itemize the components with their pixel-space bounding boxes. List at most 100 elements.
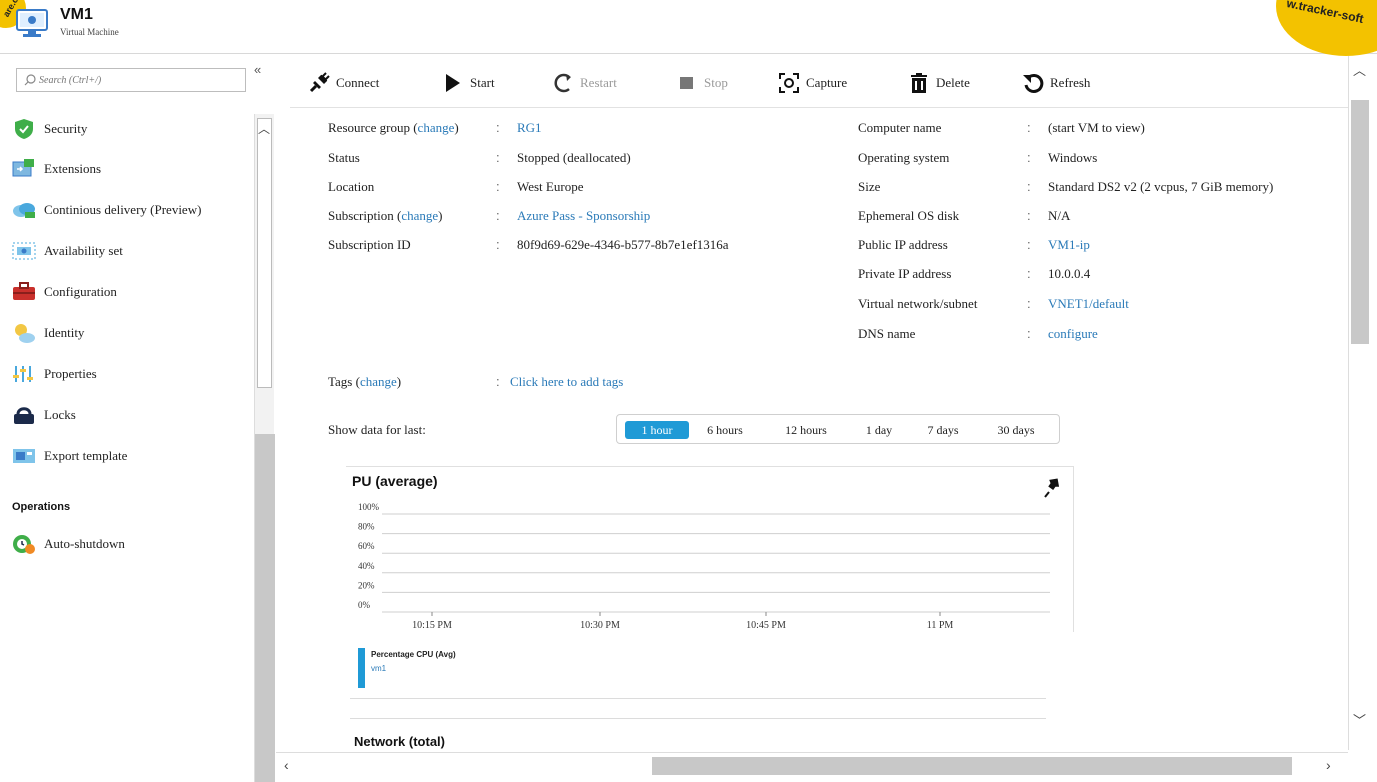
chevron-left-icon[interactable]: ‹: [284, 757, 289, 773]
identity-icon: [15, 324, 35, 343]
operating-system-value: Windows: [1048, 150, 1098, 165]
sidebar-item-properties[interactable]: Properties: [12, 359, 252, 389]
y-tick-label: 60%: [358, 541, 375, 551]
divider: [350, 718, 1046, 719]
divider: [350, 698, 1046, 699]
vnet-subnet-link[interactable]: VNET1/default: [1048, 296, 1129, 312]
computer-name-label: Computer name: [858, 120, 942, 135]
plug-icon: [309, 72, 330, 93]
sidebar-item-extensions[interactable]: Extensions: [12, 154, 252, 184]
connect-button[interactable]: Connect: [308, 70, 379, 96]
chevron-down-icon[interactable]: ﹀: [1353, 710, 1366, 729]
chevron-right-icon[interactable]: ›: [1326, 757, 1331, 773]
stop-button[interactable]: Stop: [676, 70, 728, 96]
start-label: Start: [470, 75, 495, 90]
vnet-subnet-label: Virtual network/subnet: [858, 296, 978, 311]
legend-series-name: Percentage CPU (Avg): [371, 650, 456, 659]
chevron-up-icon[interactable]: ︿: [258, 120, 270, 137]
restart-button[interactable]: Restart: [552, 70, 617, 96]
time-range-30-days[interactable]: 30 days: [987, 421, 1045, 439]
sidebar-item-export-template[interactable]: Export template: [12, 441, 252, 471]
resource-group-change-link[interactable]: change: [418, 120, 455, 135]
dns-name-label: DNS name: [858, 326, 916, 341]
separator: :: [1027, 120, 1031, 135]
separator: :: [1027, 237, 1031, 252]
ephemeral-os-disk-label: Ephemeral OS disk: [858, 208, 960, 223]
sidebar-item-auto-shutdown[interactable]: Auto-shutdown: [12, 529, 252, 559]
ephemeral-os-disk-value: N/A: [1048, 208, 1071, 223]
public-ip-link[interactable]: VM1-ip: [1048, 237, 1090, 253]
chart-title: PU (average): [352, 473, 438, 489]
virtual-machine-icon: [16, 9, 48, 37]
computer-name-value: (start VM to view): [1048, 120, 1145, 135]
capture-icon: [779, 73, 799, 93]
search-input[interactable]: [39, 72, 239, 88]
sidebar-item-security[interactable]: Security: [12, 114, 252, 144]
sidebar-item-availability-set[interactable]: Availability set: [12, 236, 252, 266]
collapse-sidebar-button[interactable]: «: [254, 62, 261, 77]
y-tick-label: 80%: [358, 522, 375, 532]
separator: :: [496, 150, 500, 165]
time-range-1-hour[interactable]: 1 hour: [625, 421, 689, 439]
sidebar-item-label: Properties: [44, 366, 97, 381]
private-ip-value: 10.0.0.4: [1048, 266, 1091, 281]
resource-group-label: Resource group (change): [328, 120, 459, 135]
capture-button[interactable]: Capture: [778, 70, 847, 96]
main-vertical-scrollbar[interactable]: ︿ ﹀: [1348, 56, 1370, 750]
separator: :: [1027, 208, 1031, 223]
sidebar-item-configuration[interactable]: Configuration: [12, 277, 252, 307]
search-box[interactable]: [16, 68, 246, 92]
sidebar-scroll-thumb[interactable]: [255, 434, 275, 782]
sidebar-item-continuous-delivery[interactable]: Continious delivery (Preview): [12, 195, 252, 225]
refresh-label: Refresh: [1050, 75, 1091, 90]
page-title: VM1: [60, 6, 93, 23]
subscription-value-link[interactable]: Azure Pass - Sponsorship: [517, 208, 650, 224]
sidebar-item-label: Configuration: [44, 284, 117, 299]
restart-label: Restart: [580, 75, 617, 90]
time-range-6-hours[interactable]: 6 hours: [699, 421, 751, 439]
add-tags-link[interactable]: Click here to add tags: [510, 374, 623, 390]
separator: :: [496, 237, 500, 252]
sidebar-item-label: Continious delivery (Preview): [44, 202, 202, 217]
separator: :: [496, 374, 500, 389]
lock-icon: [14, 407, 34, 424]
time-range-1-day[interactable]: 1 day: [857, 421, 901, 439]
sidebar-item-label: Export template: [44, 448, 128, 463]
dns-configure-link[interactable]: configure: [1048, 326, 1098, 342]
separator: :: [1027, 296, 1031, 311]
time-range-7-days[interactable]: 7 days: [919, 421, 967, 439]
vertical-scroll-thumb[interactable]: [1351, 100, 1369, 344]
main-horizontal-scrollbar[interactable]: ‹ ›: [276, 752, 1348, 778]
private-ip-label: Private IP address: [858, 266, 952, 281]
refresh-button[interactable]: Refresh: [1022, 70, 1090, 96]
horizontal-scroll-thumb[interactable]: [652, 757, 1292, 775]
separator: :: [1027, 266, 1031, 281]
delete-button[interactable]: Delete: [908, 70, 970, 96]
sidebar-item-label: Extensions: [44, 161, 102, 176]
start-button[interactable]: Start: [442, 70, 495, 96]
chevron-up-icon[interactable]: ︿: [1353, 60, 1366, 79]
public-ip-label: Public IP address: [858, 237, 948, 252]
connect-label: Connect: [336, 75, 380, 90]
subscription-change-link[interactable]: change: [401, 208, 438, 223]
sidebar-scrollbar[interactable]: ︿: [254, 114, 275, 782]
time-range-selector: 1 hour 6 hours 12 hours 1 day 7 days 30 …: [616, 414, 1060, 444]
x-tick-label: 10:30 PM: [580, 620, 620, 631]
tags-label: Tags (change): [328, 374, 402, 389]
sidebar-item-identity[interactable]: Identity: [12, 318, 252, 348]
legend-series-resource: vm1: [371, 664, 387, 673]
operating-system-label: Operating system: [858, 150, 950, 165]
trash-icon: [911, 73, 927, 93]
subscription-id-label: Subscription ID: [328, 237, 411, 252]
sidebar-item-locks[interactable]: Locks: [12, 400, 252, 430]
stop-icon: [680, 77, 693, 89]
extensions-icon: [12, 159, 34, 177]
export-template-icon: [13, 449, 35, 463]
separator: :: [496, 208, 500, 223]
refresh-icon: [1023, 73, 1044, 93]
pin-icon[interactable]: [1044, 476, 1062, 498]
tags-change-link[interactable]: change: [360, 374, 397, 389]
location-value: West Europe: [517, 179, 584, 194]
resource-group-value-link[interactable]: RG1: [517, 120, 542, 136]
time-range-12-hours[interactable]: 12 hours: [775, 421, 837, 439]
